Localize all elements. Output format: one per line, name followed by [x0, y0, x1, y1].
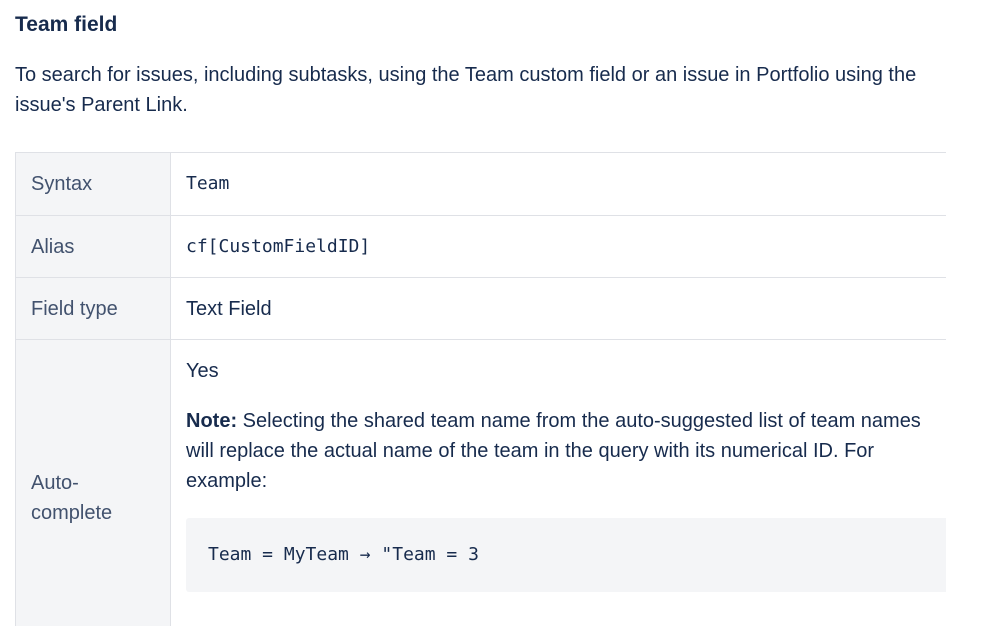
note-text-line-3: example:: [186, 470, 268, 492]
alias-label: Alias: [15, 215, 171, 278]
auto-complete-value: Yes: [186, 360, 219, 382]
note-label: Note:: [186, 410, 238, 432]
syntax-label: Syntax: [15, 152, 171, 216]
note-paragraph: Note: Selecting the shared team name fro…: [186, 406, 946, 496]
table-row: Field type Text Field: [15, 277, 946, 340]
alias-value: cf[CustomFieldID]: [170, 215, 946, 278]
note-text-line-2: will replace the actual name of the team…: [186, 440, 875, 462]
field-type-value: Text Field: [170, 277, 946, 340]
syntax-value: Team: [170, 152, 946, 216]
intro-paragraph: To search for issues, including subtasks…: [15, 64, 917, 116]
field-type-label: Field type: [15, 277, 171, 340]
field-reference-table: Syntax Team Alias cf[CustomFieldID] Fiel…: [15, 152, 946, 626]
auto-complete-label-text: Auto-complete: [31, 472, 113, 524]
auto-complete-value-cell: Yes Note: Selecting the shared team name…: [170, 339, 946, 626]
table-row: Auto-complete Yes Note: Selecting the sh…: [15, 339, 946, 626]
auto-complete-label: Auto-complete: [15, 339, 171, 626]
code-example: Team = MyTeam → "Team = 3: [186, 518, 946, 592]
table-row: Syntax Team: [15, 152, 946, 216]
section-heading: Team field: [15, 13, 118, 36]
note-text-line-1: Selecting the shared team name from the …: [237, 410, 921, 432]
table-row: Alias cf[CustomFieldID]: [15, 215, 946, 278]
